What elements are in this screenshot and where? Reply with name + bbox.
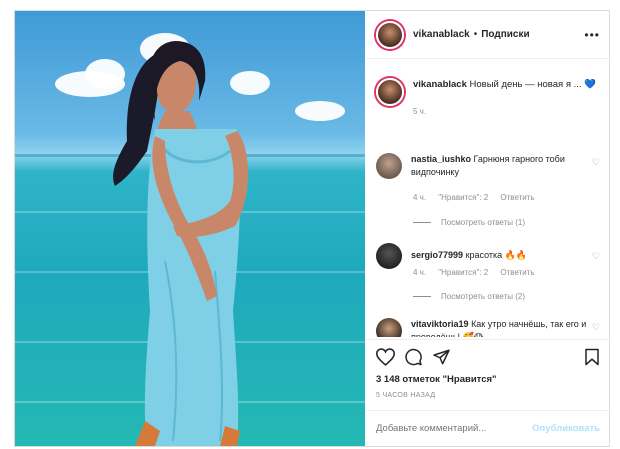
caption-avatar[interactable]	[376, 78, 404, 106]
post-container: vikanablack • Подписки ••• vikanablack Н…	[14, 10, 610, 447]
comment-input[interactable]	[376, 423, 526, 434]
comment-avatar[interactable]	[376, 243, 402, 269]
comment-meta: 4 ч. "Нравится": 2 Ответить	[413, 193, 545, 202]
list-item: nastia_iushko Гарнюня гарного тоби видпо…	[376, 153, 602, 179]
caption-text: Новый день — новая я ...	[469, 79, 582, 90]
more-options-icon[interactable]: •••	[584, 28, 600, 42]
caption-username[interactable]: vikanablack	[413, 79, 467, 90]
header-username[interactable]: vikanablack	[413, 29, 470, 40]
view-replies-label[interactable]: Посмотреть ответы (2)	[441, 292, 525, 301]
comment-text: красотка	[465, 250, 503, 260]
view-replies[interactable]: Посмотреть ответы (1)	[413, 218, 525, 227]
comment-likes[interactable]: "Нравится": 2	[438, 193, 488, 202]
comment-body: nastia_iushko Гарнюня гарного тоби видпо…	[411, 153, 591, 179]
post-sidebar: vikanablack • Подписки ••• vikanablack Н…	[366, 11, 610, 446]
comment-avatar[interactable]	[376, 318, 402, 337]
post-time[interactable]: 5 ЧАСОВ НАЗАД	[376, 392, 435, 399]
list-item: vitaviktoria19 Как утро начнёшь, так его…	[376, 318, 602, 337]
comment-icon[interactable]	[404, 348, 423, 366]
comment-emoji: 🔥🔥	[504, 251, 528, 261]
likes-count[interactable]: 3 148 отметок "Нравится"	[376, 374, 497, 385]
replies-divider	[413, 296, 431, 297]
post-caption: vikanablack Новый день — новая я ... 💙 5…	[376, 78, 602, 118]
reply-button[interactable]: Ответить	[500, 268, 534, 277]
like-comment-icon[interactable]: ♡	[592, 251, 600, 262]
like-comment-icon[interactable]: ♡	[592, 322, 600, 333]
view-replies[interactable]: Посмотреть ответы (2)	[413, 292, 525, 301]
caption-body: vikanablack Новый день — новая я ... 💙 5…	[413, 78, 596, 118]
follow-button[interactable]: Подписки	[481, 29, 529, 40]
caption-emoji: 💙	[584, 79, 597, 90]
comment-time: 4 ч.	[413, 193, 427, 202]
comment-username[interactable]: nastia_iushko	[411, 154, 471, 164]
comment-emoji: 🥰😱	[463, 333, 484, 337]
comment-meta: 4 ч. "Нравится": 2 Ответить	[413, 268, 545, 277]
replies-divider	[413, 222, 431, 223]
share-icon[interactable]	[432, 348, 451, 366]
post-actions: 3 148 отметок "Нравится" 5 ЧАСОВ НАЗАД	[366, 339, 610, 409]
reply-button[interactable]: Ответить	[500, 193, 534, 202]
publish-button[interactable]: Опубликовать	[532, 423, 600, 434]
header-separator: •	[473, 29, 478, 40]
comment-body: sergio77999 красотка 🔥🔥	[411, 243, 591, 269]
caption-time: 5 ч.	[413, 107, 427, 116]
heart-icon[interactable]	[376, 348, 395, 366]
comment-avatar[interactable]	[376, 153, 402, 179]
list-item: sergio77999 красотка 🔥🔥 ♡	[376, 243, 602, 269]
post-header: vikanablack • Подписки •••	[366, 11, 610, 59]
bookmark-icon[interactable]	[584, 348, 600, 366]
action-icons	[376, 348, 460, 366]
comment-body: vitaviktoria19 Как утро начнёшь, так его…	[411, 318, 591, 337]
post-photo[interactable]	[15, 11, 365, 446]
comments-list[interactable]: vikanablack Новый день — новая я ... 💙 5…	[366, 60, 610, 337]
comment-time: 4 ч.	[413, 268, 427, 277]
comment-username[interactable]: vitaviktoria19	[411, 319, 469, 329]
comment-likes[interactable]: "Нравится": 2	[438, 268, 488, 277]
woman-figure	[113, 41, 249, 446]
view-replies-label[interactable]: Посмотреть ответы (1)	[441, 218, 525, 227]
comment-username[interactable]: sergio77999	[411, 250, 463, 260]
avatar[interactable]	[376, 20, 404, 49]
add-comment-bar: Опубликовать	[366, 410, 610, 446]
like-comment-icon[interactable]: ♡	[592, 157, 600, 168]
